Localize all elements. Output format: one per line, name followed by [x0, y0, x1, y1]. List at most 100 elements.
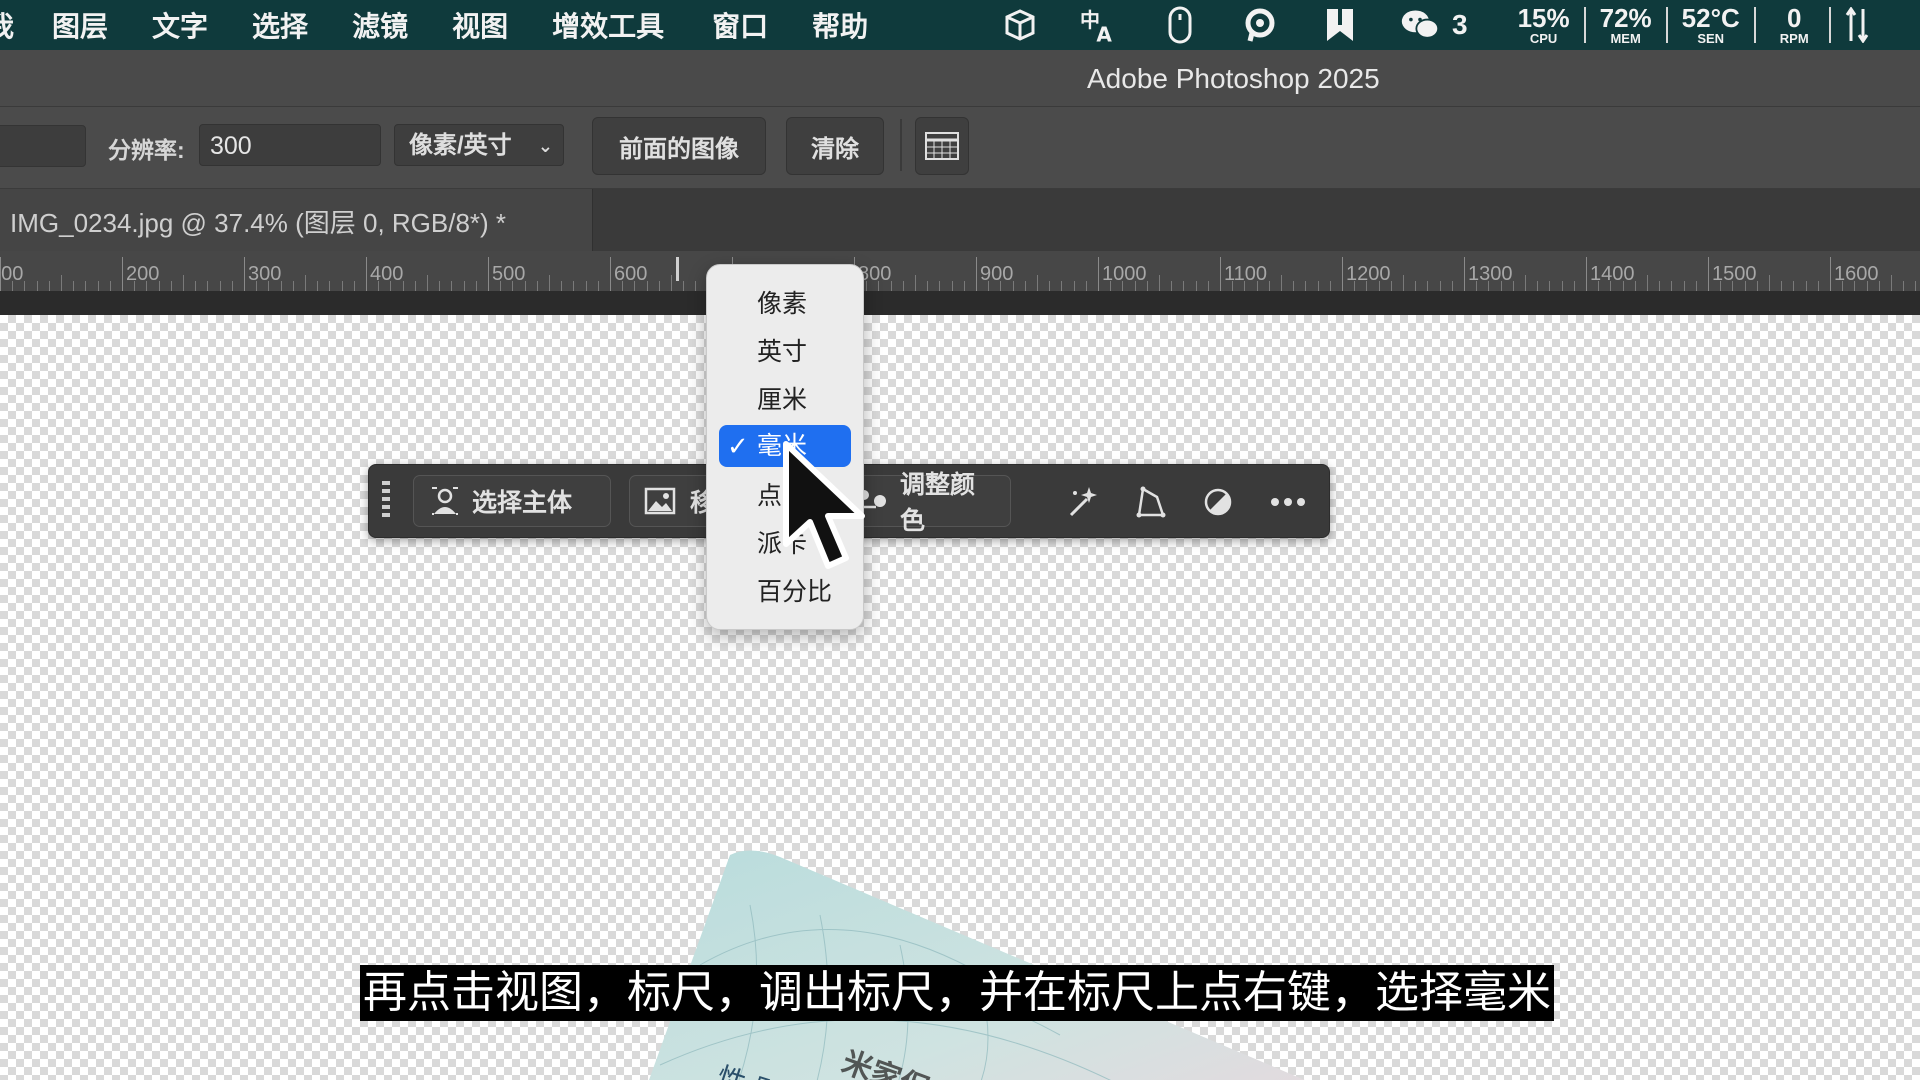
- divider: [1583, 7, 1586, 43]
- ruler-major-tick: [122, 257, 123, 291]
- ruler-minor-tick: [1305, 281, 1307, 291]
- resolution-input[interactable]: 300: [199, 124, 381, 166]
- wechat-icon[interactable]: [1400, 5, 1440, 45]
- ruler-minor-tick: [951, 281, 953, 291]
- resolution-unit-select[interactable]: 像素/英寸 ⌄: [394, 124, 564, 166]
- sparkle-icon[interactable]: [1063, 483, 1101, 521]
- ruler-minor-tick: [439, 281, 441, 291]
- document-tab-title: IMG_0234.jpg @ 37.4% (图层 0, RGB/8*) *: [10, 208, 507, 238]
- mouse-icon[interactable]: [1160, 5, 1200, 45]
- ruler-minor-tick: [195, 281, 197, 291]
- menu-help[interactable]: 帮助: [812, 5, 868, 45]
- ruler-minor-tick: [1390, 281, 1392, 291]
- ruler-major-tick: [1098, 257, 1099, 291]
- status-area: 中A 3 15% CPU 72% MEM 52°C SEN 0 RPM: [1000, 0, 1869, 50]
- ruler-minor-tick: [1915, 281, 1917, 291]
- ruler-minor-tick: [1061, 281, 1063, 291]
- ruler-minor-tick: [1573, 281, 1575, 291]
- select-subject-button[interactable]: 选择主体: [413, 475, 611, 527]
- ruler-minor-tick: [85, 281, 87, 291]
- ruler-minor-tick: [1183, 281, 1185, 291]
- ruler-major-tick: [1708, 257, 1709, 291]
- ruler-minor-tick: [915, 275, 916, 291]
- horizontal-ruler[interactable]: 1002003004005006007008009001000110012001…: [0, 251, 1920, 291]
- ruler-minor-tick: [73, 281, 75, 291]
- ruler-minor-tick: [1415, 281, 1417, 291]
- divider: [1828, 7, 1831, 43]
- menu-view[interactable]: 视图: [452, 5, 508, 45]
- menu-item-pixels[interactable]: 像素: [707, 283, 863, 325]
- ruler-minor-tick: [1085, 281, 1087, 291]
- bookmark-icon[interactable]: [1320, 5, 1360, 45]
- ruler-minor-tick: [427, 275, 428, 291]
- ruler-minor-tick: [549, 275, 550, 291]
- menu-type[interactable]: 文字: [152, 5, 208, 45]
- ruler-minor-tick: [1756, 281, 1758, 291]
- menu-filter[interactable]: 滤镜: [352, 5, 408, 45]
- ruler-minor-tick: [1769, 275, 1770, 291]
- svg-text:A: A: [1096, 22, 1112, 45]
- ruler-minor-tick: [695, 281, 697, 291]
- ruler-minor-tick: [1891, 275, 1892, 291]
- menu-select[interactable]: 选择: [252, 5, 308, 45]
- clear-button[interactable]: 清除: [786, 117, 884, 175]
- ruler-minor-tick: [463, 281, 465, 291]
- ruler-minor-tick: [1781, 281, 1783, 291]
- ruler-minor-tick: [1793, 281, 1795, 291]
- app-title: Adobe Photoshop 2025: [1087, 63, 1380, 94]
- ruler-major-tick: [1342, 257, 1343, 291]
- box-icon[interactable]: [1000, 5, 1040, 45]
- arrows-icon[interactable]: [1845, 7, 1869, 43]
- mouse-cursor-icon: [783, 441, 865, 569]
- ruler-label: 1100: [1224, 263, 1268, 285]
- front-image-button[interactable]: 前面的图像: [592, 117, 766, 175]
- ruler-label: 1000: [1102, 263, 1147, 285]
- ruler-minor-tick: [573, 281, 575, 291]
- ruler-label: 1500: [1712, 263, 1757, 285]
- menu-plugins[interactable]: 增效工具: [552, 5, 664, 45]
- ruler-minor-tick: [1537, 281, 1539, 291]
- options-bar: 分辨率: 300 像素/英寸 ⌄ 前面的图像 清除: [0, 107, 1920, 190]
- ruler-minor-tick: [1817, 281, 1819, 291]
- chevron-down-icon: ⌄: [537, 136, 553, 156]
- ruler-label: 300: [248, 263, 282, 285]
- ruler-minor-tick: [1878, 281, 1880, 291]
- rpm-label: RPM: [1779, 31, 1809, 46]
- sensor-stat: 52°C SEN: [1682, 5, 1740, 45]
- document-tab[interactable]: IMG_0234.jpg @ 37.4% (图层 0, RGB/8*) *: [0, 189, 593, 251]
- menu-partial[interactable]: 我: [0, 5, 14, 45]
- transform-icon[interactable]: [1131, 483, 1169, 521]
- ruler-minor-tick: [61, 275, 62, 291]
- ruler-minor-tick: [109, 281, 111, 291]
- more-icon[interactable]: [1269, 483, 1307, 521]
- ruler-minor-tick: [671, 275, 672, 291]
- resolution-unit-value: 像素/英寸: [409, 132, 512, 159]
- options-field[interactable]: [0, 125, 86, 167]
- drag-handle-icon[interactable]: [381, 479, 391, 523]
- ruler-minor-tick: [927, 281, 929, 291]
- cpu-stat: 15% CPU: [1518, 5, 1570, 45]
- search-icon[interactable]: [1240, 5, 1280, 45]
- ruler-minor-tick: [597, 281, 599, 291]
- input-method-icon[interactable]: 中A: [1080, 5, 1120, 45]
- menu-window[interactable]: 窗口: [712, 5, 768, 45]
- ruler-label: 500: [492, 263, 526, 285]
- menu-layer[interactable]: 图层: [52, 5, 108, 45]
- ruler-minor-tick: [1024, 281, 1026, 291]
- ruler-minor-tick: [658, 281, 660, 291]
- ruler-minor-tick: [24, 281, 26, 291]
- ruler-minor-tick: [1073, 281, 1075, 291]
- grid-icon: [925, 132, 959, 160]
- ruler-minor-tick: [1659, 281, 1661, 291]
- ruler-minor-tick: [939, 281, 941, 291]
- title-bar: Adobe Photoshop 2025: [0, 50, 1920, 107]
- menu-item-centimeters[interactable]: 厘米: [707, 379, 863, 421]
- menu-item-inches[interactable]: 英寸: [707, 331, 863, 373]
- select-subject-label: 选择主体: [472, 489, 573, 517]
- ruler-label: 600: [614, 263, 648, 285]
- mask-icon[interactable]: [1199, 483, 1237, 521]
- ruler-minor-tick: [317, 281, 319, 291]
- ruler-minor-tick: [1146, 281, 1148, 291]
- ruler-label: 1400: [1590, 263, 1635, 285]
- grid-button[interactable]: [915, 117, 969, 175]
